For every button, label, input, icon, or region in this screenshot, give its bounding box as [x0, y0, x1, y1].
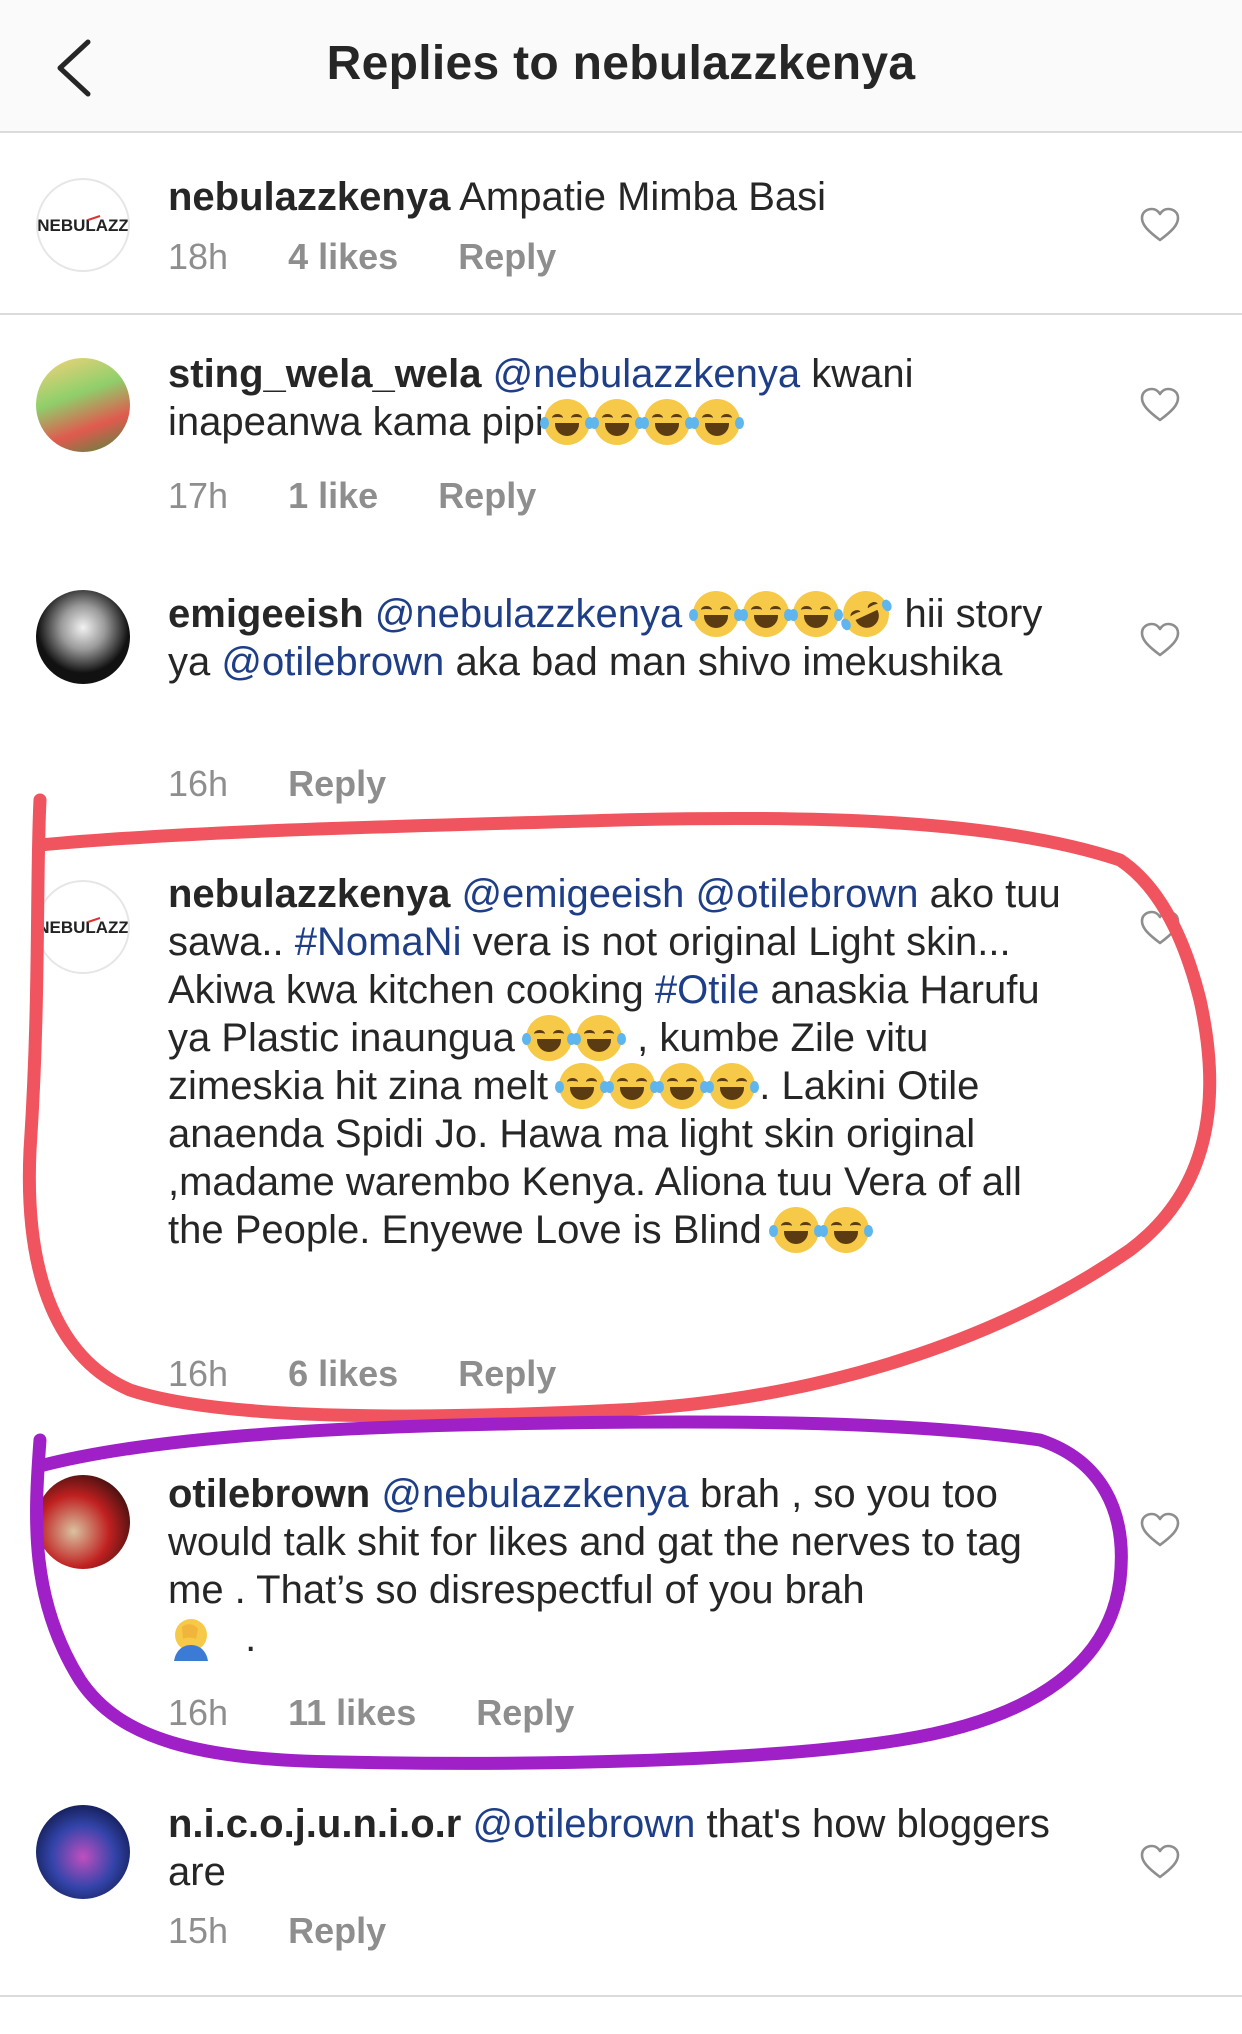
comment-text: n.i.c.o.j.u.n.i.o.r @otilebrown that's h… [168, 1800, 1068, 1896]
comment-mention[interactable]: @nebulazzkenya [381, 1472, 688, 1516]
rofl-emoji [835, 583, 897, 645]
avatar-logo-text: NEBULAZZ [38, 216, 128, 235]
comment-username[interactable]: emigeeish [168, 592, 364, 636]
reply-button[interactable]: Reply [288, 763, 386, 804]
comment-body: aka bad man shivo imekushika [455, 640, 1003, 684]
reply-button[interactable]: Reply [476, 1692, 574, 1733]
heart-icon[interactable] [1140, 1512, 1180, 1548]
comment-likes[interactable]: 11 likes [288, 1692, 416, 1733]
heart-icon[interactable] [1140, 207, 1180, 243]
comment-username[interactable]: nebulazzkenya [168, 175, 450, 219]
tears-of-joy-emoji [639, 399, 694, 445]
comment-time: 18h [168, 236, 229, 277]
comment-text: emigeeish @nebulazzkenya hii story ya @o… [168, 583, 1068, 686]
comment-meta: 16h Reply [168, 763, 436, 805]
comment-time: 16h [168, 1692, 229, 1733]
comment-likes[interactable]: 6 likes [288, 1353, 398, 1394]
comment-likes[interactable]: 1 like [288, 475, 378, 516]
facepalm-emoji [174, 1619, 208, 1661]
divider [0, 1995, 1242, 1997]
comment-time: 16h [168, 1353, 229, 1394]
reply-button[interactable]: Reply [458, 236, 556, 277]
avatar[interactable] [36, 590, 130, 684]
tears-of-joy-emoji [522, 1015, 577, 1061]
tears-of-joy-emoji [818, 1207, 873, 1253]
tears-of-joy-emoji [555, 1063, 610, 1109]
comment-body: . [245, 1616, 257, 1660]
avatar[interactable]: NEBULAZZ [36, 880, 130, 974]
comment-mention[interactable]: @nebulazzkenya [493, 352, 800, 396]
comment-text: sting_wela_wela @nebulazzkenya kwani ina… [168, 350, 1068, 446]
tears-of-joy-emoji [689, 591, 744, 637]
comment-username[interactable]: nebulazzkenya [168, 872, 450, 916]
comment-time: 15h [168, 1910, 229, 1951]
divider [0, 313, 1242, 315]
avatar[interactable]: NEBULAZZ [36, 178, 130, 272]
heart-icon[interactable] [1140, 1844, 1180, 1880]
comment-username[interactable]: sting_wela_wela [168, 352, 481, 396]
comment-body: Ampatie Mimba Basi [459, 175, 827, 219]
comment-meta: 18h 4 likes Reply [168, 236, 606, 278]
avatar-logo-text: NEBULAZZ [38, 918, 128, 937]
reply-button[interactable]: Reply [288, 1910, 386, 1951]
comment-hashtag[interactable]: #NomaNi [295, 920, 462, 964]
comment-text: nebulazzkenya @emigeeish @otilebrown ako… [168, 870, 1068, 1254]
comment-mention[interactable]: @otilebrown [472, 1802, 695, 1846]
tears-of-joy-emoji [589, 399, 644, 445]
reply-button[interactable]: Reply [458, 1353, 556, 1394]
comment-mention[interactable]: @nebulazzkenya [375, 592, 682, 636]
comment-mention[interactable]: @emigeeish [461, 872, 684, 916]
heart-icon[interactable] [1140, 910, 1180, 946]
comment-mention[interactable]: @otilebrown [221, 640, 444, 684]
comment-meta: 16h 11 likes Reply [168, 1692, 624, 1734]
tears-of-joy-emoji [789, 591, 844, 637]
comment-time: 17h [168, 475, 229, 516]
avatar[interactable] [36, 1475, 130, 1569]
comment-meta: 15h Reply [168, 1910, 436, 1952]
tears-of-joy-emoji [539, 399, 594, 445]
tears-of-joy-emoji [605, 1063, 660, 1109]
comment-meta: 16h 6 likes Reply [168, 1353, 606, 1395]
reply-button[interactable]: Reply [438, 475, 536, 516]
tears-of-joy-emoji [768, 1207, 823, 1253]
comment-meta: 17h 1 like Reply [168, 475, 586, 517]
comment-username[interactable]: otilebrown [168, 1472, 370, 1516]
comment-text: otilebrown @nebulazzkenya brah , so you … [168, 1470, 1068, 1662]
comment-mention[interactable]: @otilebrown [696, 872, 919, 916]
avatar[interactable] [36, 1805, 130, 1899]
heart-icon[interactable] [1140, 387, 1180, 423]
tears-of-joy-emoji [689, 399, 744, 445]
avatar[interactable] [36, 358, 130, 452]
tears-of-joy-emoji [572, 1015, 627, 1061]
comment-hashtag[interactable]: #Otile [655, 968, 760, 1012]
page-title: Replies to nebulazzkenya [326, 37, 916, 90]
tears-of-joy-emoji [655, 1063, 710, 1109]
tears-of-joy-emoji [739, 591, 794, 637]
comment-text: nebulazzkenya Ampatie Mimba Basi [168, 173, 1068, 221]
comment-time: 16h [168, 763, 229, 804]
header-bar: Replies to nebulazzkenya [0, 0, 1242, 133]
comment-username[interactable]: n.i.c.o.j.u.n.i.o.r [168, 1802, 461, 1846]
comment-likes[interactable]: 4 likes [288, 236, 398, 277]
heart-icon[interactable] [1140, 622, 1180, 658]
tears-of-joy-emoji [705, 1063, 760, 1109]
